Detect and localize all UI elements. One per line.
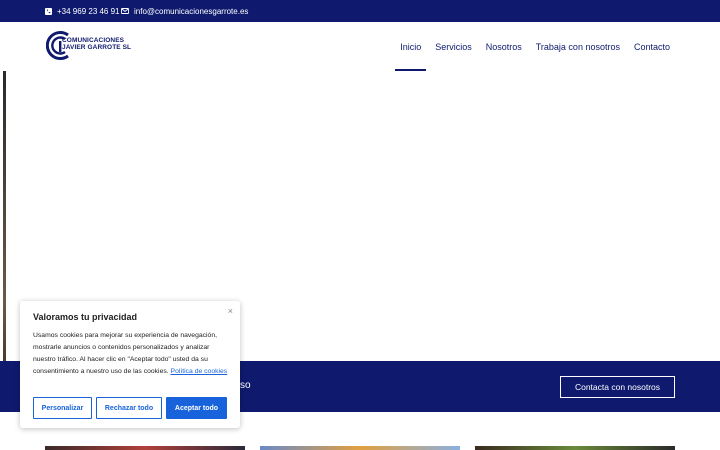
logo-text-line2: JAVIER GARROTE SL	[62, 44, 132, 51]
accept-all-button[interactable]: Aceptar todo	[166, 397, 227, 419]
cookie-message: Usamos cookies para mejorar su experienc…	[33, 330, 233, 378]
site-header: COMUNICACIONES JAVIER GARROTE SL Inicio …	[0, 22, 720, 71]
nav-item-nosotros[interactable]: Nosotros	[486, 22, 522, 71]
band-text: so	[240, 380, 251, 391]
site-logo[interactable]: COMUNICACIONES JAVIER GARROTE SL	[46, 28, 146, 62]
service-thumbnail[interactable]	[260, 446, 460, 450]
cookie-title: Valoramos tu privacidad	[33, 312, 138, 322]
envelope-icon	[121, 8, 129, 14]
service-thumbnail[interactable]	[475, 446, 675, 450]
nav-item-servicios[interactable]: Servicios	[435, 22, 472, 71]
close-icon[interactable]: ×	[228, 306, 233, 316]
nav-item-contacto[interactable]: Contacto	[634, 22, 670, 71]
nav-item-trabaja[interactable]: Trabaja con nosotros	[536, 22, 620, 71]
phone-square-icon	[45, 7, 52, 15]
service-thumbnail[interactable]	[45, 446, 245, 450]
phone-link[interactable]: +34 969 23 46 91	[45, 0, 120, 22]
phone-number: +34 969 23 46 91	[57, 6, 120, 16]
main-navigation: Inicio Servicios Nosotros Trabaja con no…	[386, 22, 670, 71]
reject-all-button[interactable]: Rechazar todo	[96, 397, 162, 419]
customize-button[interactable]: Personalizar	[33, 397, 92, 419]
cookie-consent-dialog: × Valoramos tu privacidad Usamos cookies…	[20, 301, 240, 428]
cookie-policy-link[interactable]: Política de cookies	[171, 368, 228, 375]
nav-item-inicio[interactable]: Inicio	[395, 22, 427, 71]
email-address: info@comunicacionesgarrote.es	[134, 6, 249, 16]
contact-us-button[interactable]: Contacta con nosotros	[560, 376, 675, 398]
logo-text-line1: COMUNICACIONES	[62, 37, 125, 44]
top-contact-bar: +34 969 23 46 91 info@comunicacionesgarr…	[0, 0, 720, 22]
hero-image-edge	[3, 71, 6, 361]
email-link[interactable]: info@comunicacionesgarrote.es	[121, 0, 248, 22]
